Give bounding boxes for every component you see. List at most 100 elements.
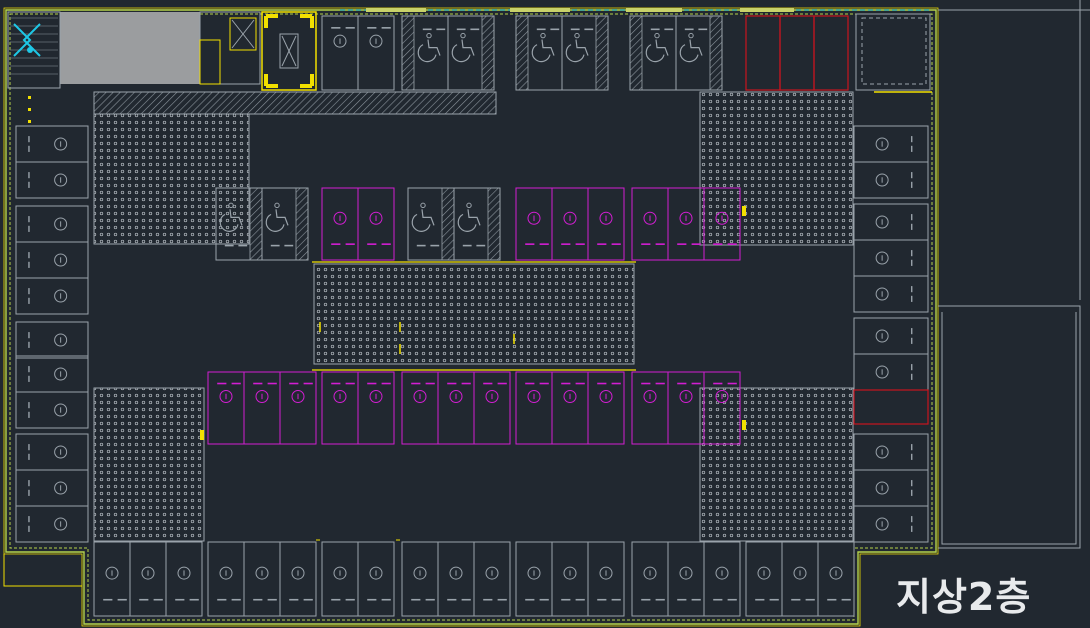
parking-stall (15, 277, 89, 315)
wheelchair-head (426, 32, 432, 39)
bollard (200, 430, 204, 440)
parking-stall (853, 505, 929, 543)
corner-marker (264, 74, 278, 88)
parking-stall (853, 317, 929, 355)
wheelchair-head (460, 32, 466, 39)
parking-stall (207, 541, 245, 617)
wall-return (3, 554, 82, 587)
accessible-stall (407, 187, 455, 261)
parking-stall (15, 505, 89, 543)
mech-room (855, 13, 931, 91)
parking-stall (473, 541, 511, 617)
parking-stall (321, 541, 359, 617)
parking-stall (853, 275, 929, 313)
marker-dot (28, 96, 31, 99)
wheelchair-body (275, 209, 289, 226)
stall-outline (853, 203, 929, 241)
parking-stall (587, 371, 625, 445)
stall-outline (15, 355, 89, 393)
parking-stall (515, 541, 553, 617)
wheelchair-body (467, 209, 481, 226)
parking-stall (551, 541, 589, 617)
stall-outline (15, 125, 89, 163)
parking-stall (667, 541, 705, 617)
wheelchair-head (420, 202, 426, 209)
parking-stall (853, 433, 929, 471)
adjacent-building (938, 9, 1090, 549)
parking-stall (279, 541, 317, 617)
bollard (742, 420, 746, 430)
stair-elevator-core (7, 11, 932, 93)
parking-stall (667, 187, 705, 261)
planting-area (699, 91, 854, 246)
parking-stall (207, 371, 245, 445)
accessible-stall (561, 15, 609, 91)
access-aisle (595, 15, 609, 91)
stall-outline (853, 433, 929, 471)
reserved-stall (779, 15, 815, 91)
parking-stall (357, 541, 395, 617)
stall-outline (853, 125, 929, 163)
wheelchair-body (427, 39, 441, 56)
mech-room-inner (861, 17, 927, 85)
planting-area (93, 113, 250, 245)
stall-outline (15, 205, 89, 243)
parking-stall (631, 187, 669, 261)
parking-stall (853, 239, 929, 277)
planting-area (313, 263, 635, 365)
parking-stall (15, 469, 89, 507)
wall-segment (366, 8, 426, 12)
fixture-dot (27, 47, 33, 53)
accessible-stall (515, 15, 563, 91)
wall-segment (510, 8, 570, 12)
wall-segment (626, 8, 682, 12)
planting-zones (93, 91, 854, 542)
parking-stall (437, 371, 475, 445)
parking-stall (817, 541, 855, 617)
core-room (60, 12, 200, 84)
wall-segment (740, 8, 794, 12)
stall-outline (15, 391, 89, 429)
floor-label: 지상2층 (896, 575, 1032, 619)
parking-stall (321, 15, 359, 91)
accessible-stall (401, 15, 449, 91)
wheelchair-head (574, 32, 580, 39)
parking-stall (853, 353, 929, 391)
parking-stall (587, 541, 625, 617)
parking-stall (243, 371, 281, 445)
wheelchair-body (655, 39, 669, 56)
parking-stall (853, 125, 929, 163)
access-aisle (295, 187, 309, 261)
corner-marker (264, 14, 278, 28)
reserved-stall (745, 15, 781, 91)
parking-stall (781, 541, 819, 617)
wheelchair-head (466, 202, 472, 209)
parking-stall (667, 371, 705, 445)
parking-stall (853, 203, 929, 241)
marker-dot (28, 120, 31, 123)
parking-stall (703, 541, 741, 617)
stall-outline (15, 277, 89, 315)
wheelchair-body (541, 39, 555, 56)
parking-stall (15, 241, 89, 279)
accessible-stall (629, 15, 677, 91)
parking-stall (279, 371, 317, 445)
parking-stall (357, 187, 395, 261)
parking-stall (401, 371, 439, 445)
stall-outline (853, 161, 929, 199)
planting-area (699, 387, 854, 542)
parking-stall (321, 187, 359, 261)
elevator-cross (231, 19, 255, 49)
access-aisle (441, 187, 455, 261)
parking-stall (515, 371, 553, 445)
parking-stall (515, 187, 553, 261)
parking-stall (15, 433, 89, 471)
parking-stall (853, 469, 929, 507)
stall-outline (853, 353, 929, 391)
parking-stall (631, 541, 669, 617)
parking-stall (165, 541, 203, 617)
stall-outline (15, 433, 89, 471)
reserved-stall (813, 15, 849, 91)
accessible-stall (453, 187, 501, 261)
access-aisle (709, 15, 723, 91)
